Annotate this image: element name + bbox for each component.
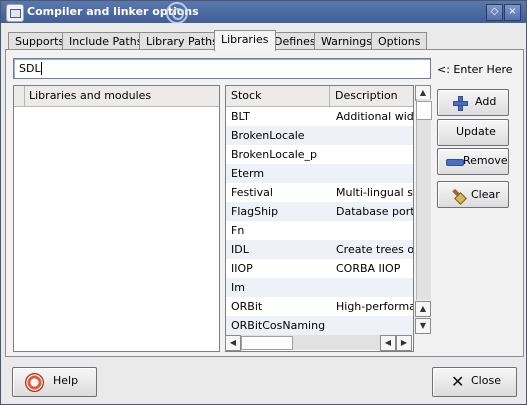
title-bar[interactable]: Compiler and linker options ◇ × xyxy=(1,1,526,24)
stock-name: Eterm xyxy=(231,167,265,180)
minus-icon xyxy=(446,159,464,166)
tab-include-paths[interactable]: Include Paths xyxy=(62,32,150,50)
scroll-thumb[interactable] xyxy=(416,101,432,120)
table-row[interactable]: Fn xyxy=(226,221,413,240)
brush-icon xyxy=(450,186,466,202)
stock-name: FlagShip xyxy=(231,205,279,218)
stock-name: Fn xyxy=(231,224,245,237)
stock-name: BrokenLocale_p xyxy=(231,148,318,161)
horizontal-scroll-thumb[interactable] xyxy=(241,336,293,350)
stock-description: Database portin xyxy=(336,205,413,218)
stock-column-header[interactable]: Stock xyxy=(231,89,261,102)
table-row[interactable]: IDL Create trees of c xyxy=(226,240,413,259)
library-input-value: SDL xyxy=(19,62,41,75)
stock-description: Additional widge xyxy=(336,110,414,123)
restore-icon[interactable]: ◇ xyxy=(486,4,503,21)
lifebuoy-icon xyxy=(25,373,44,392)
remove-label: Remove xyxy=(463,154,508,167)
close-button[interactable]: ✕ Close xyxy=(432,367,517,397)
table-row[interactable]: BrokenLocale_p xyxy=(226,145,413,164)
stock-description: Multi-lingual spe xyxy=(336,186,413,199)
add-button[interactable]: Add xyxy=(437,89,509,116)
table-row[interactable]: Eterm xyxy=(226,164,413,183)
scroll-down-icon[interactable]: ▼ xyxy=(415,318,431,334)
text-caret xyxy=(41,62,42,75)
close-label: Close xyxy=(471,374,501,387)
update-label: Update xyxy=(456,125,496,138)
table-row[interactable]: Im xyxy=(226,278,413,297)
scroll-track[interactable] xyxy=(416,99,431,300)
plus-icon xyxy=(453,96,468,111)
help-label: Help xyxy=(53,374,79,387)
libraries-and-modules-list[interactable]: Libraries and modules xyxy=(13,85,220,352)
tab-options[interactable]: Options xyxy=(371,32,428,50)
remove-button[interactable]: Remove xyxy=(437,148,509,175)
libraries-and-modules-header: Libraries and modules xyxy=(29,89,152,102)
tab-libraries[interactable]: Libraries xyxy=(214,30,276,51)
scroll-left-small-icon[interactable]: ◀ xyxy=(380,335,396,351)
stock-name: IDL xyxy=(231,243,249,256)
stock-name: ORBitCosNaming xyxy=(231,319,326,332)
stock-name: ORBit xyxy=(231,300,263,313)
stock-name: IIOP xyxy=(231,262,253,275)
clear-button[interactable]: Clear xyxy=(437,181,509,208)
close-icon[interactable]: × xyxy=(504,4,521,21)
stock-description: High-performan xyxy=(336,300,413,313)
libraries-list-header: Libraries and modules xyxy=(14,86,219,107)
stock-vertical-scrollbar[interactable]: ▲ ▲ ▼ xyxy=(415,85,432,350)
header-spacer xyxy=(14,86,25,106)
table-row[interactable]: IIOP CORBA IIOP xyxy=(226,259,413,278)
tab-library-paths[interactable]: Library Paths xyxy=(139,32,225,50)
swirl-icon xyxy=(166,2,188,24)
library-input[interactable]: SDL xyxy=(13,58,431,79)
table-row[interactable]: ORBit High-performan xyxy=(226,297,413,316)
table-row[interactable]: FlagShip Database portin xyxy=(226,202,413,221)
clear-label: Clear xyxy=(471,188,500,201)
table-row[interactable]: BLT Additional widge xyxy=(226,107,413,126)
stock-description: CORBA IIOP xyxy=(336,262,401,275)
scroll-left-icon[interactable]: ◀ xyxy=(225,335,241,351)
tab-warnings[interactable]: Warnings xyxy=(314,32,379,50)
stock-name: Festival xyxy=(231,186,273,199)
table-row[interactable]: ORBitCosNaming xyxy=(226,316,413,335)
window-icon xyxy=(6,4,24,22)
description-column-header[interactable]: Description xyxy=(329,86,398,106)
stock-table-header: Stock Description xyxy=(226,86,413,107)
stock-name: BrokenLocale xyxy=(231,129,305,142)
scroll-up-small-icon[interactable]: ▲ xyxy=(415,301,431,317)
stock-name: Im xyxy=(231,281,245,294)
stock-libraries-table[interactable]: Stock Description BLT Additional widge Br… xyxy=(225,85,414,352)
stock-description: Create trees of c xyxy=(336,243,414,256)
compiler-linker-options-window: Compiler and linker options ◇ × Supports… xyxy=(0,0,527,405)
x-icon: ✕ xyxy=(451,372,465,391)
stock-name: BLT xyxy=(231,110,250,123)
stock-horizontal-scrollbar[interactable]: ◀ ◀ ▶ xyxy=(225,335,412,351)
add-label: Add xyxy=(475,95,497,108)
table-row[interactable]: Festival Multi-lingual spe xyxy=(226,183,413,202)
table-row[interactable]: BrokenLocale xyxy=(226,126,413,145)
scroll-right-icon[interactable]: ▶ xyxy=(396,335,412,351)
update-button[interactable]: Update xyxy=(437,119,509,146)
enter-here-hint: <: Enter Here xyxy=(437,63,513,76)
help-button[interactable]: Help xyxy=(12,367,97,397)
